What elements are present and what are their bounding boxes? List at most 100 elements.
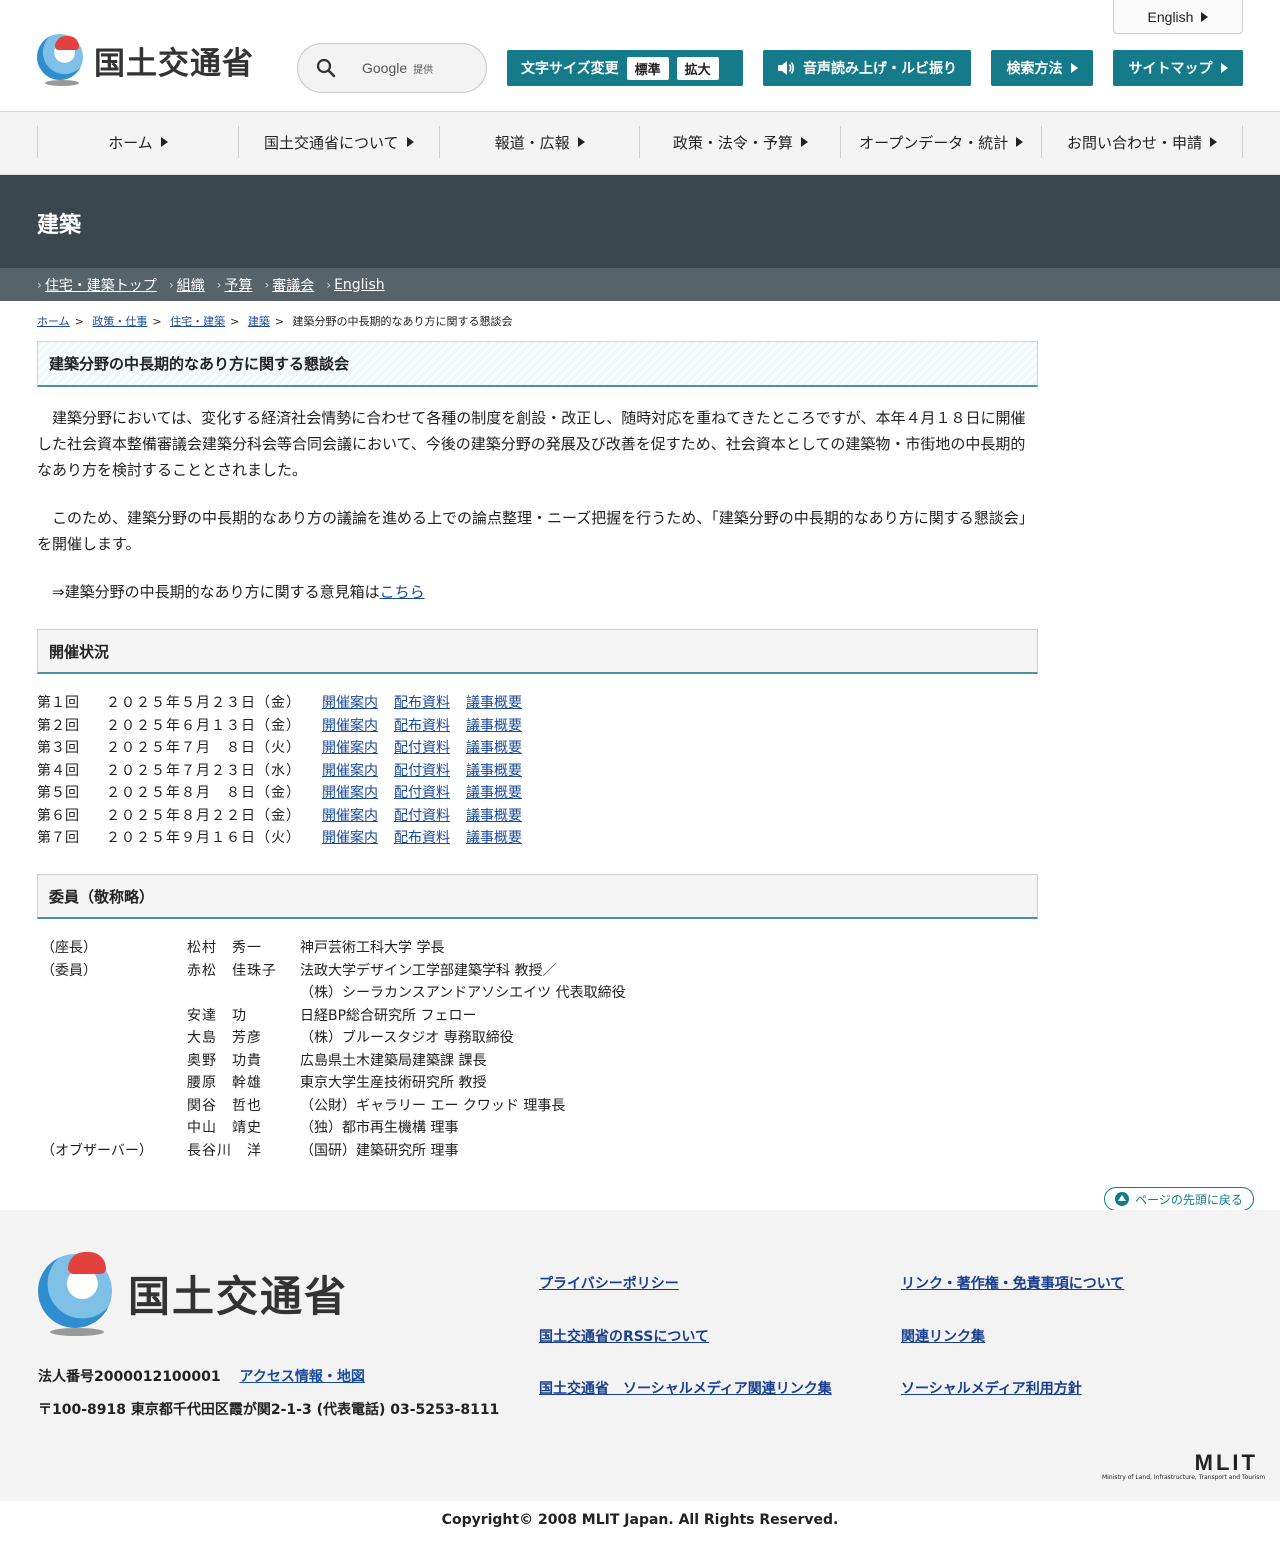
opinion-box-link[interactable]: こちら xyxy=(380,583,425,601)
site-footer: 国土交通省 法人番号2000012100001 アクセス情報・地図 〒100-8… xyxy=(0,1210,1280,1501)
session-materials-link[interactable]: 配付資料 xyxy=(394,737,450,757)
gnav-label: オープンデータ・統計 xyxy=(859,133,1009,152)
logo-text: 国土交通省 xyxy=(94,45,254,82)
session-notice-link[interactable]: 開催案内 xyxy=(322,737,378,757)
opinion-box-text: ⇒建築分野の中長期的なあり方に関する意見箱は xyxy=(52,583,380,601)
session-date: ２０２５年６月１３日（金） xyxy=(106,717,301,734)
session-materials-link[interactable]: 配布資料 xyxy=(394,692,450,712)
session-notice-link[interactable]: 開催案内 xyxy=(322,715,378,735)
breadcrumb: ホーム > 政策・仕事 > 住宅・建築 > 建築 > 建築分野の中長期的なあり方に関する… xyxy=(37,313,513,329)
related-links-link[interactable]: 関連リンク集 xyxy=(901,1326,985,1346)
session-materials-link[interactable]: 配布資料 xyxy=(394,827,450,847)
breadcrumb-housing[interactable]: 住宅・建築 xyxy=(170,315,225,328)
sitemap-label: サイトマップ xyxy=(1128,61,1213,77)
chevron-right-icon: › xyxy=(37,277,42,292)
session-minutes-link[interactable]: 議事概要 xyxy=(466,737,522,757)
session-notice-link[interactable]: 開催案内 xyxy=(322,692,378,712)
session-row: 第３回 ２０２５年７月 ８日（火） 開催案内 配付資料 議事概要 xyxy=(37,736,637,759)
session-minutes-link[interactable]: 議事概要 xyxy=(466,805,522,825)
member-affiliation: （株）シーラカンスアンドアソシエイツ 代表取締役 xyxy=(300,985,626,1001)
breadcrumb-home[interactable]: ホーム xyxy=(37,315,70,328)
session-date: ２０２５年８月２２日（金） xyxy=(106,807,301,824)
session-notice-link[interactable]: 開催案内 xyxy=(322,782,378,802)
privacy-policy-link[interactable]: プライバシーポリシー xyxy=(539,1273,679,1293)
triangle-right-icon xyxy=(1016,137,1024,147)
gnav-label: 国土交通省について xyxy=(263,133,399,152)
access-map-link[interactable]: アクセス情報・地図 xyxy=(240,1369,365,1385)
gnav-item-policy[interactable]: 政策・法令・予算 xyxy=(639,126,840,158)
page-top-label: ページの先頭に戻る xyxy=(1135,1192,1243,1207)
english-button[interactable]: English xyxy=(1113,0,1243,34)
voice-ruby-label: 音声読み上げ・ルビ振り xyxy=(803,61,957,77)
footer-logo-text: 国土交通省 xyxy=(128,1271,349,1321)
subnav-item-organization[interactable]: 組織 xyxy=(177,275,205,295)
site-header: 国土交通省 Google 提供 文字サイズ変更 標準 拡大 音声読み上げ・ルビ振… xyxy=(0,0,1280,112)
member-affiliation: 法政大学デザイン工学部建築学科 教授／ xyxy=(300,962,557,979)
session-row: 第１回 ２０２５年５月２３日（金） 開催案内 配布資料 議事概要 xyxy=(37,691,637,714)
search-method-label: 検索方法 xyxy=(1006,61,1063,77)
member-row: 腰原 幹雄 東京大学生産技術研究所 教授 xyxy=(37,1072,737,1095)
subnav-item-budget[interactable]: 予算 xyxy=(224,275,252,295)
triangle-right-icon xyxy=(800,137,808,147)
breadcrumb-policy[interactable]: 政策・仕事 xyxy=(92,315,147,328)
session-number: 第５回 xyxy=(37,785,79,802)
font-size-standard-button[interactable]: 標準 xyxy=(626,56,669,80)
social-media-policy-link[interactable]: ソーシャルメディア利用方針 xyxy=(901,1378,1082,1398)
gnav-item-press[interactable]: 報道・広報 xyxy=(438,126,640,158)
font-size-control: 文字サイズ変更 標準 拡大 xyxy=(507,50,743,86)
session-materials-link[interactable]: 配付資料 xyxy=(394,805,450,825)
member-list: （座長） 松村 秀一 神戸芸術工科大学 学長 （委員） 赤松 佳珠子 法政大学デザイン工… xyxy=(37,937,737,1162)
member-row: （座長） 松村 秀一 神戸芸術工科大学 学長 xyxy=(37,937,737,960)
chevron-right-icon: › xyxy=(326,277,332,292)
member-name: 長谷川 洋 xyxy=(187,1142,262,1159)
breadcrumb-sep: > xyxy=(152,315,162,328)
sitemap-button[interactable]: サイトマップ xyxy=(1113,50,1243,86)
session-minutes-link[interactable]: 議事概要 xyxy=(466,760,522,780)
session-notice-link[interactable]: 開催案内 xyxy=(322,760,378,780)
session-materials-link[interactable]: 配布資料 xyxy=(394,715,450,735)
global-nav: ホーム 国土交通省について 報道・広報 政策・法令・予算 オープンデータ・統計 … xyxy=(0,112,1280,175)
member-role xyxy=(37,1072,187,1095)
footer-logo[interactable]: 国土交通省 xyxy=(38,1250,348,1336)
session-materials-link[interactable]: 配付資料 xyxy=(394,760,450,780)
intro-paragraph: 建築分野においては、変化する経済社会情勢に合わせて各種の制度を創設・改正し、随時… xyxy=(37,409,1026,479)
session-notice-link[interactable]: 開催案内 xyxy=(322,827,378,847)
subnav-item-english[interactable]: English xyxy=(334,277,385,293)
mlit-logo[interactable]: 国土交通省 xyxy=(37,34,257,86)
gnav-item-opendata[interactable]: オープンデータ・統計 xyxy=(840,126,1041,158)
session-minutes-link[interactable]: 議事概要 xyxy=(466,782,522,802)
member-affiliation: 広島県土木建築局建築課 課長 xyxy=(300,1052,487,1069)
session-minutes-link[interactable]: 議事概要 xyxy=(466,715,522,735)
gnav-item-home[interactable]: ホーム xyxy=(37,126,238,158)
member-name: 中山 靖史 xyxy=(187,1120,262,1136)
gnav-item-contact[interactable]: お問い合わせ・申請 xyxy=(1041,126,1243,158)
mlit-emblem-icon xyxy=(38,1250,114,1336)
member-row: 関谷 哲也 （公財）ギャラリー エー クワッド 理事長 xyxy=(37,1095,737,1118)
session-notice-link[interactable]: 開催案内 xyxy=(322,805,378,825)
session-materials-link[interactable]: 配付資料 xyxy=(394,782,450,802)
search-box[interactable]: Google 提供 xyxy=(297,43,487,93)
breadcrumb-architecture[interactable]: 建築 xyxy=(248,315,270,328)
member-role: （委員） xyxy=(41,962,97,979)
triangle-right-icon xyxy=(577,137,585,147)
session-date: ２０２５年５月２３日（金） xyxy=(106,695,301,712)
members-heading: 委員（敬称略） xyxy=(37,874,1038,919)
font-size-large-button[interactable]: 拡大 xyxy=(676,56,719,80)
member-row: （委員） 赤松 佳珠子 法政大学デザイン工学部建築学科 教授／ xyxy=(37,960,737,983)
copyright-disclaimer-link[interactable]: リンク・著作権・免責事項について xyxy=(901,1273,1124,1293)
member-role xyxy=(37,1027,187,1050)
session-minutes-link[interactable]: 議事概要 xyxy=(466,692,522,712)
subnav-item-top[interactable]: 住宅・建築トップ xyxy=(45,275,157,295)
rss-link[interactable]: 国土交通省のRSSについて xyxy=(539,1326,709,1346)
session-minutes-link[interactable]: 議事概要 xyxy=(466,827,522,847)
subnav-item-council[interactable]: 審議会 xyxy=(272,275,314,295)
session-row: 第７回 ２０２５年９月１６日（火） 開催案内 配布資料 議事概要 xyxy=(37,826,637,849)
page-top-button[interactable]: ページの先頭に戻る xyxy=(1104,1187,1254,1211)
gnav-item-about[interactable]: 国土交通省について xyxy=(237,126,439,158)
social-media-links-link[interactable]: 国土交通省 ソーシャルメディア関連リンク集 xyxy=(539,1378,832,1398)
voice-ruby-button[interactable]: 音声読み上げ・ルビ振り xyxy=(763,50,971,86)
member-name xyxy=(187,982,300,1005)
member-affiliation: （国研）建築研究所 理事 xyxy=(300,1142,459,1159)
copyright: Copyright© 2008 MLIT Japan. All Rights R… xyxy=(441,1512,839,1528)
search-method-button[interactable]: 検索方法 xyxy=(991,50,1093,86)
